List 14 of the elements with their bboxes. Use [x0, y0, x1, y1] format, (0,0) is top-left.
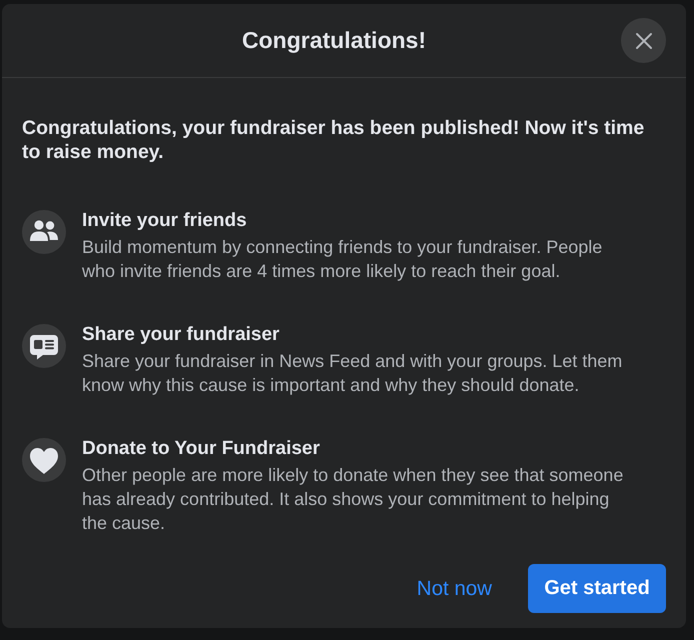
item-title: Donate to Your Fundraiser	[82, 437, 321, 461]
close-button[interactable]	[621, 18, 666, 63]
item-title: Invite your friends	[82, 209, 248, 233]
people-icon	[22, 210, 66, 254]
item-description: Build momentum by connecting friends to your fundraiser. People who invite friends are 4 times more likely to reach their goal.	[82, 236, 604, 283]
dialog-title: Congratulations!	[242, 27, 426, 54]
intro-message: Congratulations, your fundraiser has been published! Now it's time to raise money.	[22, 116, 646, 164]
close-icon	[634, 30, 654, 50]
item-title: Share your fundraiser	[82, 323, 280, 347]
item-description: Share your fundraiser in News Feed and with your groups. Let them know why this cause is important and why they should donate.	[82, 350, 624, 397]
speech-bubble-icon	[22, 324, 66, 368]
item-description: Other people are more likely to donate when they see that someone has already contributed. It also shows your commitment to helping the cause.	[82, 464, 624, 535]
get-started-button[interactable]: Get started	[528, 564, 666, 613]
not-now-button[interactable]: Not now	[402, 564, 506, 613]
